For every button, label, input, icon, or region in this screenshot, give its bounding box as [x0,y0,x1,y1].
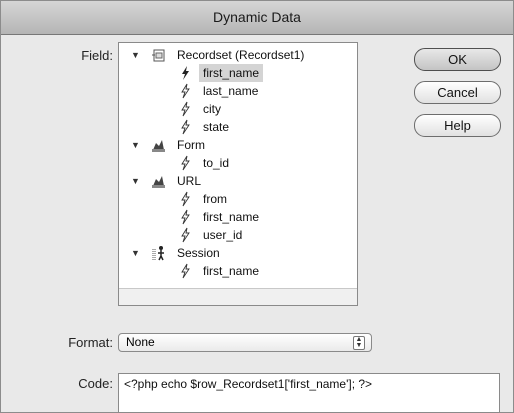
tree-item-label: first_name [203,264,260,278]
tree-item-label-selected: first_name [199,64,264,82]
tree-item[interactable]: first_name [119,64,355,82]
lightning-bolt-icon [179,191,191,207]
disclosure-triangle-icon[interactable]: ▼ [131,172,140,190]
tree-item[interactable]: first_name [119,262,355,280]
tree-item-label: first_name [203,210,260,224]
title-bar[interactable]: Dynamic Data [1,1,513,35]
tree-group-recordset[interactable]: ▼ Recordset (Recordset1) [119,46,355,64]
lightning-bolt-icon [179,155,191,171]
lightning-bolt-icon [179,119,191,135]
code-value: <?php echo $row_Recordset1['first_name']… [124,377,373,391]
tree-group-label: URL [177,174,202,188]
format-label: Format: [68,335,113,350]
field-tree[interactable]: ▼ Recordset (Recordset1) first_name last… [118,42,358,306]
url-icon [151,173,166,189]
tree-item[interactable]: to_id [119,154,355,172]
disclosure-triangle-icon[interactable]: ▼ [131,244,140,262]
tree-item[interactable]: first_name [119,208,355,226]
tree-group-form[interactable]: ▼ Form [119,136,355,154]
form-icon [151,137,166,153]
lightning-bolt-icon [179,209,191,225]
tree-item-label: state [203,120,230,134]
format-select[interactable]: None ▲ ▼ [118,333,372,352]
tree-item-label: last_name [203,84,259,98]
code-textarea[interactable]: <?php echo $row_Recordset1['first_name']… [118,373,500,413]
disclosure-triangle-icon[interactable]: ▼ [131,46,140,64]
stepper-arrows-icon: ▲ ▼ [353,336,365,350]
tree-item-label: user_id [203,228,243,242]
lightning-bolt-icon [179,227,191,243]
tree-group-label: Form [177,138,205,152]
ok-button[interactable]: OK [414,48,501,71]
tree-item[interactable]: from [119,190,355,208]
code-label: Code: [78,376,113,391]
tree-item[interactable]: last_name [119,82,355,100]
tree-group-session[interactable]: ▼ Session [119,244,355,262]
cancel-button[interactable]: Cancel [414,81,501,104]
tree-group-label: Recordset (Recordset1) [177,48,305,62]
tree-item-label: from [203,192,227,206]
dialog-title: Dynamic Data [213,9,301,25]
lightning-bolt-icon [179,263,191,279]
tree-item-label: city [203,102,221,116]
tree-item[interactable]: user_id [119,226,355,244]
tree-item-label: to_id [203,156,230,170]
lightning-bolt-icon [179,65,191,81]
format-select-value: None [126,335,155,349]
disclosure-triangle-icon[interactable]: ▼ [131,136,140,154]
lightning-bolt-icon [179,83,191,99]
lightning-bolt-icon [179,101,191,117]
session-icon [151,245,166,261]
horizontal-scrollbar[interactable] [119,288,357,305]
tree-group-url[interactable]: ▼ URL [119,172,355,190]
recordset-icon [151,47,166,63]
tree-group-label: Session [177,246,220,260]
help-button[interactable]: Help [414,114,501,137]
tree-item[interactable]: state [119,118,355,136]
field-label: Field: [81,48,113,63]
dynamic-data-dialog: Dynamic Data Field: ▼ Recordset (Records… [0,0,514,413]
tree-item[interactable]: city [119,100,355,118]
